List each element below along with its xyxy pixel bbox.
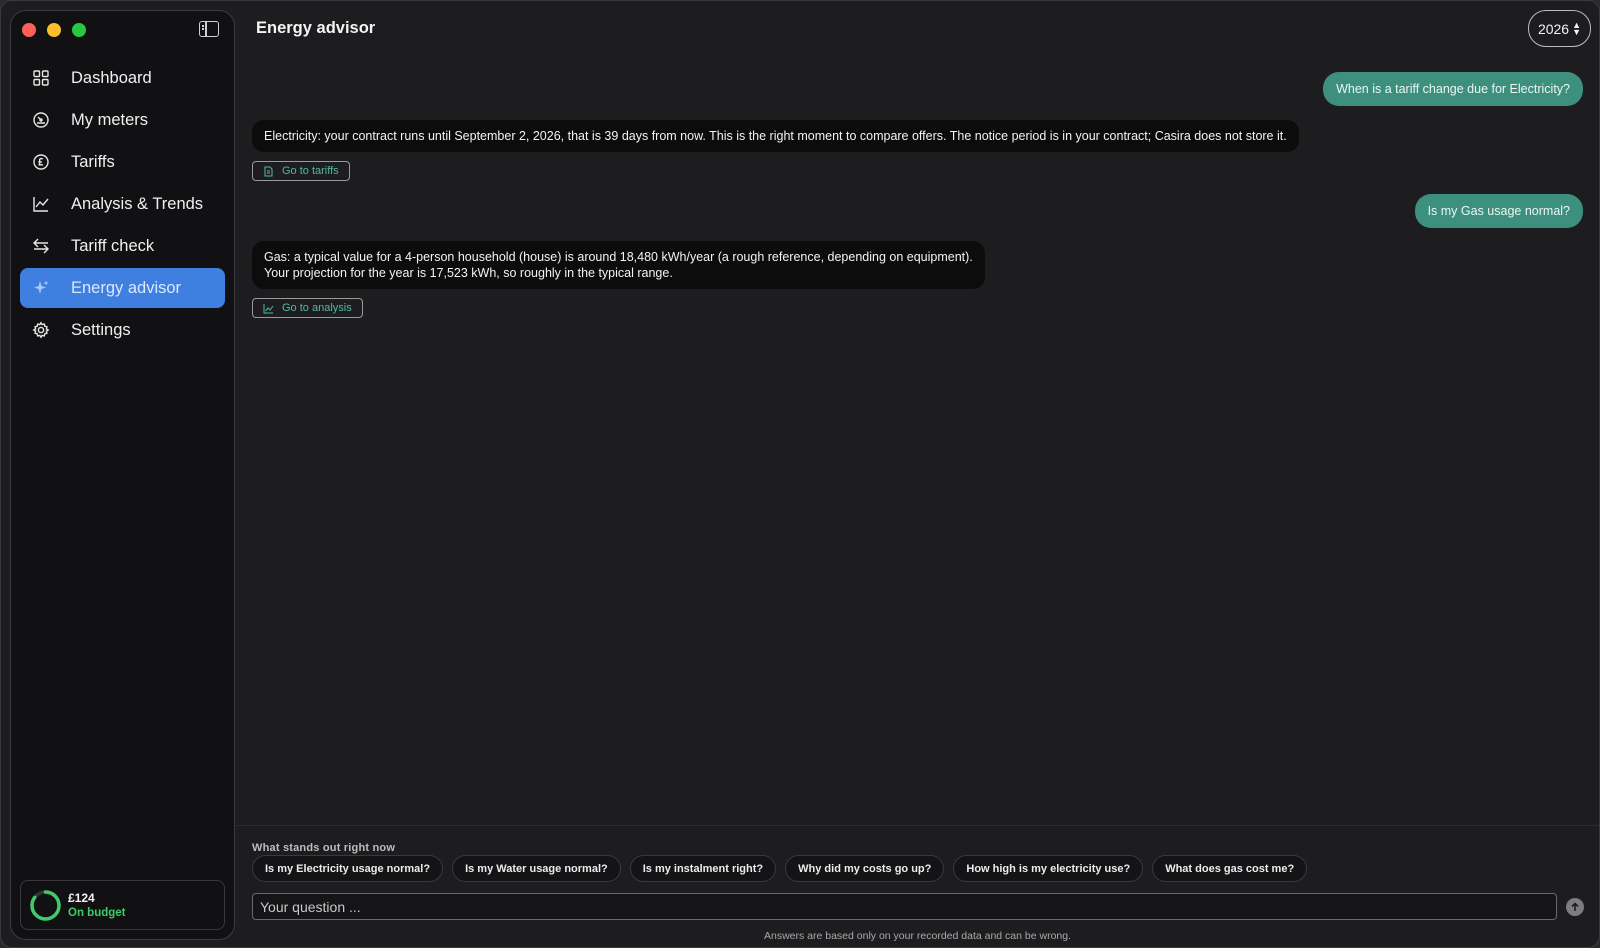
assistant-message-line: Your projection for the year is 17,523 k… [264,266,673,280]
sidebar-item-tariff-check[interactable]: Tariff check [20,226,225,266]
budget-status: On budget [68,907,126,919]
suggestions-title: What stands out right now [252,842,396,854]
sidebar-item-label: Analysis & Trends [71,194,204,213]
sidebar-toggle-icon[interactable] [199,21,219,37]
suggestion-chip[interactable]: Is my instalment right? [629,855,777,882]
budget-progress-ring [30,889,61,921]
disclaimer: Answers are based only on your recorded … [763,930,1072,942]
budget-widget[interactable]: £124 On budget [20,880,225,930]
sidebar-item-analysis-trends[interactable]: Analysis & Trends [20,184,225,224]
sidebar-item-label: Energy advisor [71,278,182,297]
swap-arrows-icon [32,237,50,255]
grid-icon [32,69,50,87]
pound-coin-icon [32,153,50,171]
main-area: Energy advisor 2026 ▲ ▼ When is a tariff … [236,1,1599,947]
arrow-up-icon [1571,902,1579,911]
sidebar-item-label: Dashboard [71,68,152,87]
sparkle-icon [32,279,50,297]
sidebar-item-my-meters[interactable]: My meters [20,100,225,140]
line-chart-icon [263,303,274,313]
go-to-analysis-button[interactable]: Go to analysis [252,298,363,318]
sidebar-item-label: Tariffs [71,152,115,171]
budget-amount: £124 [68,891,95,905]
traffic-lights [22,23,86,37]
sidebar: Dashboard My meters Tariffs Analysis & T… [10,10,235,940]
assistant-message: Electricity: your contract runs until Se… [252,120,1299,152]
line-chart-icon [32,195,50,213]
document-icon [264,166,273,176]
suggestion-chip[interactable]: What does gas cost me? [1152,855,1308,882]
sidebar-nav: Dashboard My meters Tariffs Analysis & T… [20,58,225,352]
sidebar-item-label: Tariff check [71,236,155,255]
composer-area: What stands out right now Is my Electric… [236,825,1599,947]
assistant-message: Gas: a typical value for a 4-person hous… [252,241,985,289]
page-title: Energy advisor [256,19,376,37]
user-message: Is my Gas usage normal? [1414,194,1583,228]
assistant-message-line: Gas: a typical value for a 4-person hous… [264,250,973,264]
go-to-tariffs-button[interactable]: Go to tariffs [252,161,350,181]
year-select[interactable]: 2026 ▲ ▼ [1528,10,1591,47]
year-value: 2026 [1537,20,1570,37]
question-input[interactable] [252,893,1557,920]
suggestion-chip[interactable]: How high is my electricity use? [953,855,1144,882]
suggestion-chip[interactable]: Is my Electricity usage normal? [252,855,444,882]
sidebar-item-label: My meters [71,110,149,129]
send-button[interactable] [1566,898,1584,916]
assistant-message-line: Electricity: your contract runs until Se… [264,129,1287,143]
sidebar-item-tariffs[interactable]: Tariffs [20,142,225,182]
app-window: Dashboard My meters Tariffs Analysis & T… [0,0,1600,948]
minimize-window-button[interactable] [47,23,61,37]
sidebar-item-dashboard[interactable]: Dashboard [20,58,225,98]
chevron-updown-icon: ▲ ▼ [1572,19,1582,37]
go-to-tariffs-label: Go to tariffs [282,165,339,177]
sidebar-item-settings[interactable]: Settings [20,310,225,350]
suggestion-chip[interactable]: Is my Water usage normal? [452,855,621,882]
suggestion-chip[interactable]: Why did my costs go up? [785,855,945,882]
sidebar-item-energy-advisor[interactable]: Energy advisor [20,268,225,308]
sidebar-item-label: Settings [71,320,131,339]
close-window-button[interactable] [22,23,36,37]
budget-text: £124 On budget [68,891,126,919]
gauge-icon [32,111,50,129]
suggestion-chips: Is my Electricity usage normal? Is my Wa… [252,855,1308,882]
gear-icon [32,321,50,339]
go-to-analysis-label: Go to analysis [282,302,352,314]
user-message: When is a tariff change due for Electric… [1323,72,1583,106]
zoom-window-button[interactable] [72,23,86,37]
